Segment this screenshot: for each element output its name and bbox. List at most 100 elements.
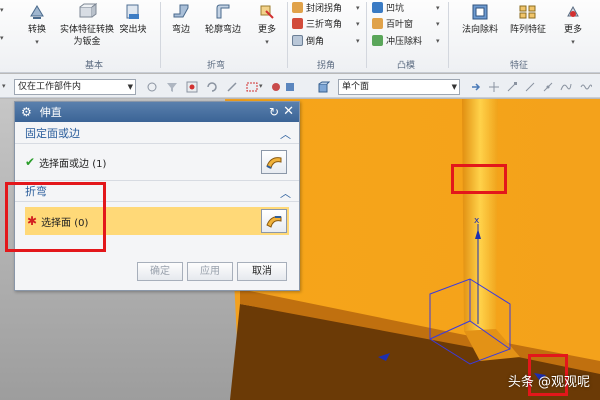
cancel-select-icon[interactable] — [270, 81, 282, 93]
closed-corner-button[interactable]: 封闭拐角 — [292, 0, 342, 15]
collapse-chevron-icon[interactable]: ︿ — [280, 185, 291, 201]
solid-to-sheet-button[interactable]: 实体特征转换为钣金 — [60, 2, 114, 48]
face-rule-dropdown[interactable]: 单个面 ▼ — [338, 79, 460, 95]
snap-point-icon[interactable] — [488, 81, 500, 93]
louver-button[interactable]: 百叶窗 — [372, 16, 413, 31]
solid-to-sheet-icon — [79, 3, 97, 18]
face-select-icon — [266, 157, 282, 169]
gear-icon[interactable]: ⚙ — [21, 105, 32, 119]
collapse-chevron-icon[interactable]: ︿ — [280, 126, 291, 142]
louver-label: 百叶窗 — [386, 20, 414, 30]
dropdown-caret-icon[interactable]: ▾ — [436, 20, 440, 28]
cancel-button[interactable]: 取消 — [237, 262, 287, 281]
louver-icon — [372, 18, 383, 29]
svg-text:x: x — [474, 216, 480, 226]
shaded-view-icon[interactable] — [284, 81, 296, 93]
more-bend-label: 更多 — [257, 25, 276, 35]
normal-cutout-label: 法向除料 — [461, 25, 498, 35]
filter-icon[interactable] — [166, 81, 178, 93]
group-label-corner: 拐角 — [316, 61, 335, 71]
contour-flange-button[interactable]: 轮廓弯边 — [200, 2, 246, 36]
contour-flange-icon — [216, 4, 230, 19]
select-face-button[interactable] — [261, 209, 287, 233]
face-rule-icon[interactable] — [318, 81, 330, 93]
dropdown-caret-icon[interactable]: ▾ — [356, 4, 360, 12]
flange-label: 弯边 — [171, 25, 190, 35]
selbar-caret-icon[interactable]: ▾ — [2, 82, 6, 90]
point-icon[interactable] — [226, 81, 238, 93]
ribbon-edge-caret-icon[interactable]: ▾ — [0, 2, 4, 17]
ribbon-edge-caret-icon[interactable]: ▾ — [0, 30, 4, 45]
rotate-icon[interactable] — [206, 81, 218, 93]
select-face-edge-label: 选择面或边 (1) — [39, 158, 107, 170]
drawn-cutout-button[interactable]: 冲压除料 — [372, 33, 422, 48]
break-corner-button[interactable]: 突出块 — [116, 2, 150, 36]
ribbon: ▾ ▾ 转换 ▾ 实体特征转换为钣金 突出块 弯边 轮廓弯边 更多 ▾ 封闭拐角… — [0, 0, 600, 73]
more-feature-button[interactable]: 更多 ▾ — [558, 2, 588, 48]
dropdown-caret-icon[interactable]: ▾ — [356, 37, 360, 45]
drawn-cutout-label: 冲压除料 — [386, 37, 423, 47]
dialog-titlebar[interactable]: ⚙ 伸直 ↻ ✕ — [15, 102, 299, 122]
select-face-edge-button[interactable] — [261, 150, 287, 174]
dropdown-caret-icon[interactable]: ▾ — [436, 37, 440, 45]
close-icon[interactable]: ✕ — [283, 104, 294, 119]
annotation-box-bend-section — [5, 182, 106, 252]
closed-corner-label: 封闭拐角 — [306, 4, 343, 14]
section-title-fixed-face: 固定面或边 — [25, 126, 80, 140]
select-feature-icon[interactable] — [186, 81, 198, 93]
more-icon — [567, 5, 579, 17]
selection-scope-dropdown[interactable]: 仅在工作部件内 ▼ — [14, 79, 136, 95]
rectangle-select-icon[interactable] — [246, 81, 258, 93]
face-rule-value: 单个面 — [342, 82, 370, 92]
chamfer-icon — [292, 35, 303, 46]
more-icon — [260, 5, 274, 19]
solid-to-sheet-label: 实体特征转换为钣金 — [60, 25, 115, 47]
wave-icon[interactable] — [580, 81, 592, 93]
dimple-icon — [372, 2, 383, 13]
chamfer-label: 倒角 — [306, 37, 325, 47]
pattern-feature-button[interactable]: 阵列特征 — [506, 2, 550, 36]
control-point-icon[interactable] — [542, 81, 554, 93]
section-header-fixed-face[interactable]: 固定面或边 ︿ — [15, 122, 299, 144]
group-label-bend: 折弯 — [206, 61, 225, 71]
convert-icon — [30, 5, 44, 19]
annotation-box-flange — [451, 164, 507, 194]
three-bend-corner-label: 三折弯角 — [306, 20, 343, 30]
arrow-right-icon[interactable] — [470, 81, 482, 93]
three-bend-corner-button[interactable]: 三折弯角 — [292, 16, 342, 31]
flange-button[interactable]: 弯边 — [166, 2, 196, 36]
contour-flange-label: 轮廓弯边 — [204, 25, 241, 35]
select-face-edge-row[interactable]: ✔ 选择面或边 (1) — [15, 144, 299, 180]
apply-button[interactable]: 应用 — [187, 262, 233, 281]
dropdown-caret-icon[interactable]: ▾ — [356, 20, 360, 28]
drawn-cutout-icon — [372, 35, 383, 46]
dimple-button[interactable]: 凹坑 — [372, 0, 404, 15]
mid-point-icon[interactable] — [524, 81, 536, 93]
chamfer-button[interactable]: 倒角 — [292, 33, 324, 48]
normal-cutout-button[interactable]: 法向除料 — [458, 2, 502, 36]
convert-label: 转换 — [27, 25, 46, 35]
reset-icon[interactable]: ↻ — [269, 105, 279, 119]
curve-icon[interactable] — [560, 81, 572, 93]
ribbon-separator — [366, 2, 367, 68]
ribbon-separator — [160, 2, 161, 68]
bend-flange-face[interactable] — [462, 99, 498, 331]
ok-button[interactable]: 确定 — [137, 262, 183, 281]
end-point-icon[interactable] — [506, 81, 518, 93]
closed-corner-icon — [292, 2, 303, 13]
chevron-down-icon: ▼ — [451, 83, 457, 91]
ribbon-separator — [448, 2, 449, 68]
more-bend-button[interactable]: 更多 ▾ — [252, 2, 282, 48]
tab-block-icon — [126, 4, 139, 19]
dropdown-caret-icon[interactable]: ▾ — [436, 4, 440, 12]
watermark: 头条 @观观呢 — [507, 375, 590, 390]
selection-bar: ▾ 仅在工作部件内 ▼ ▾ 单个面 ▼ — [0, 74, 600, 98]
convert-button[interactable]: 转换 ▾ — [22, 2, 52, 48]
group-label-feature: 特征 — [509, 61, 528, 71]
snap-icon[interactable] — [146, 81, 158, 93]
dropdown-caret-icon: ▾ — [571, 38, 575, 46]
group-label-convex: 凸模 — [396, 61, 415, 71]
group-label-basic: 基本 — [84, 61, 103, 71]
dropdown-caret-icon[interactable]: ▾ — [259, 82, 263, 90]
dropdown-caret-icon: ▾ — [265, 38, 269, 46]
